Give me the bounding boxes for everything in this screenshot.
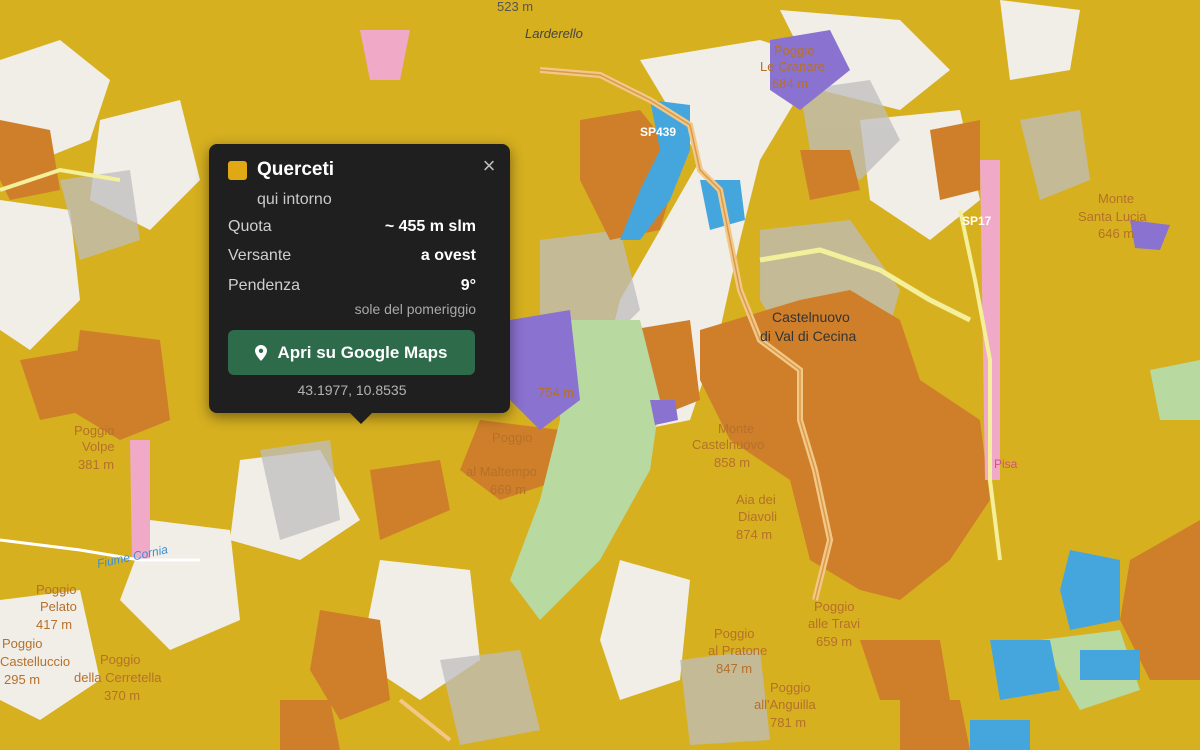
label-peak: Monte [1098,191,1134,206]
popup-subtitle: qui intorno [257,191,332,208]
open-google-maps-button[interactable]: Apri su Google Maps [228,330,475,375]
label-peak: Poggio [2,636,42,651]
label-peak: Poggio [36,582,76,597]
open-google-maps-label: Apri su Google Maps [277,342,448,362]
label-peak: Aia dei [736,492,776,507]
label-town: di Val di Cecina [760,328,856,344]
label-peak: Monte [718,421,754,436]
forest-type-swatch [228,161,247,180]
info-popup: Querceti × qui intorno Quota ~ 455 m slm… [209,144,510,424]
map-canvas[interactable]: 523 m Larderello Poggio Le Cranare 684 m… [0,0,1200,750]
label-elevation: 754 m [538,385,574,400]
label-peak: alle Travi [808,616,860,631]
label-elevation: 874 m [736,527,772,542]
coordinates-text: 43.1977, 10.8535 [297,382,407,398]
label-elevation: 370 m [104,688,140,703]
label-peak: Poggio [714,626,754,641]
label-peak: Poggio [770,680,810,695]
label-peak: Castelluccio [0,654,70,669]
sun-note: sole del pomeriggio [354,301,476,317]
label-peak: Poggio [814,599,854,614]
label-road: SP439 [640,125,676,139]
close-icon[interactable]: × [479,155,499,177]
quota-label: Quota [228,218,272,235]
label-peak: Poggio [74,423,114,438]
label-elevation: 684 m [772,76,808,91]
label-elevation: 417 m [36,617,72,632]
label-elevation: 659 m [816,634,852,649]
label-town: Castelnuovo [772,309,850,325]
label-elevation: 523 m [497,0,533,14]
versante-label: Versante [228,247,292,264]
popup-pointer [350,413,372,424]
label-peak: Poggio [774,43,814,58]
label-peak: Pelato [40,599,77,614]
label-peak: della Cerretella [74,670,162,685]
label-peak: Castelnuovo [692,437,764,452]
label-elevation: 781 m [770,715,806,730]
label-elevation: 381 m [78,457,114,472]
label-peak: al Maltempo [466,464,537,479]
label-road: SP17 [962,214,992,228]
label-peak: Le Cranare [760,59,825,74]
pendenza-label: Pendenza [228,277,301,294]
label-peak: Poggio [100,652,140,667]
label-peak: Volpe [82,439,115,454]
label-elevation: 858 m [714,455,750,470]
label-peak: al Pratone [708,643,767,658]
quota-value: ~ 455 m slm [384,218,476,235]
label-elevation: 847 m [716,661,752,676]
label-elevation: 646 m [1098,226,1134,241]
popup-title: Querceti [257,159,335,180]
label-peak: Poggio [492,430,532,445]
label-road: Pisa [994,457,1018,471]
label-place-larderello: Larderello [525,26,583,41]
pendenza-value: 9° [460,277,476,294]
label-peak: all'Anguilla [754,697,817,712]
label-elevation: 295 m [4,672,40,687]
label-peak: Diavoli [738,509,777,524]
versante-value: a ovest [420,247,476,264]
map-pin-icon [255,344,268,361]
label-peak: Santa Lucia [1078,209,1147,224]
label-elevation: 669 m [490,482,526,497]
